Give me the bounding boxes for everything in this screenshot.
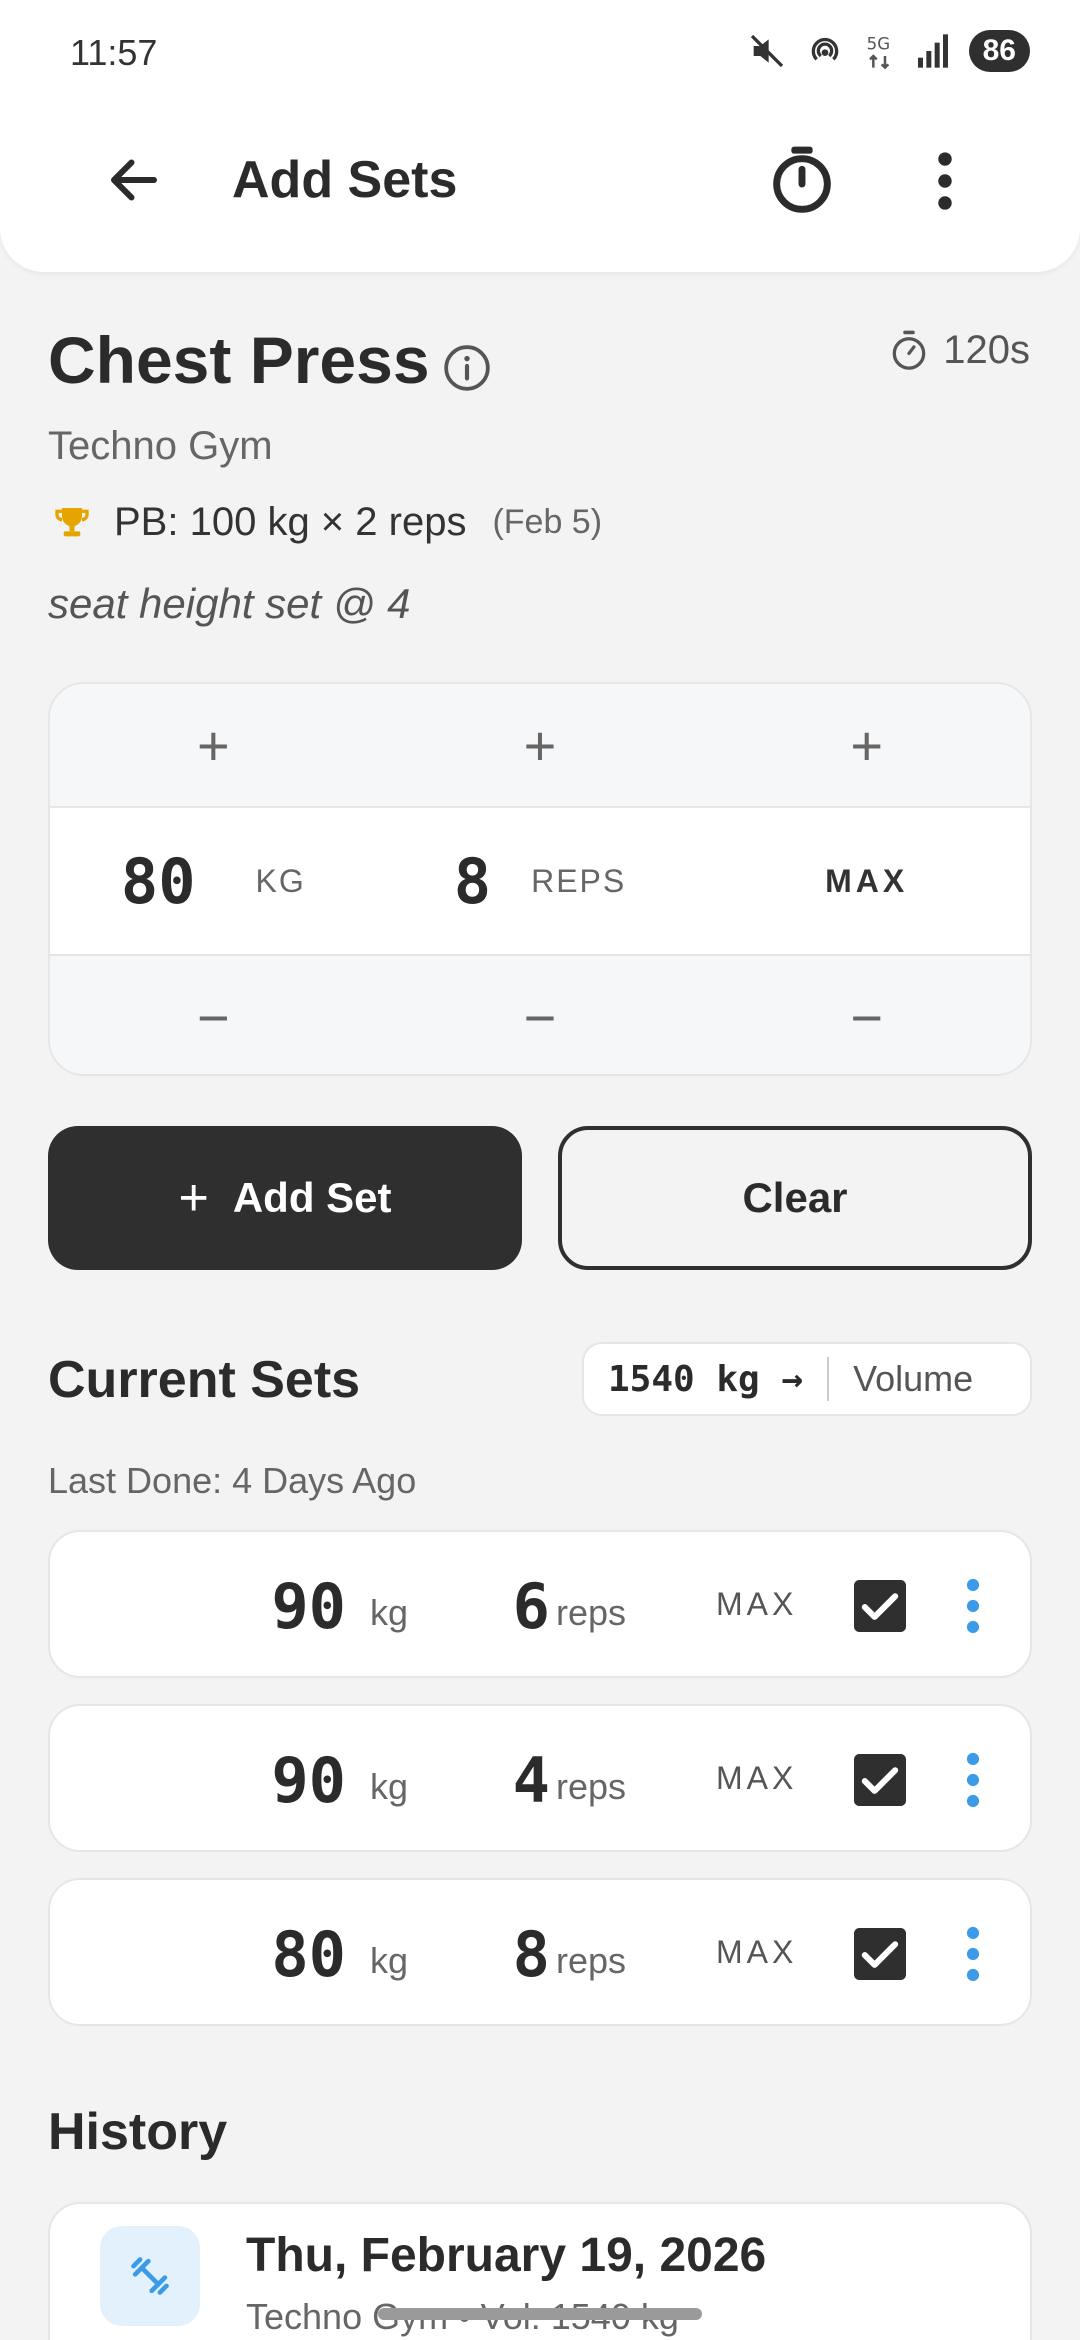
set-weight: 80 [271,1918,346,1991]
set-max: MAX [716,1934,798,1970]
more-vertical-icon[interactable] [966,1926,980,1982]
reps-field[interactable]: 8 REPS [377,808,704,954]
set-reps-unit: reps [556,1766,627,1807]
set-reps: 6 [512,1570,550,1643]
set-row[interactable]: 80 kg 8 reps MAX [48,1878,1032,2026]
weight-unit: KG [255,862,306,899]
max-decrement-button[interactable]: − [703,956,1030,1074]
pb-text: PB: 100 kg × 2 reps [114,500,467,544]
set-weight-unit: kg [370,1592,409,1633]
set-reps-unit: reps [556,1592,627,1633]
increment-row: + + + [50,684,1030,808]
weight-value: 80 [120,844,196,918]
plus-icon: + [178,1169,209,1227]
battery-indicator: 86 [968,30,1030,72]
max-field[interactable]: MAX [703,808,1030,954]
reps-increment-button[interactable]: + [377,684,704,806]
weight-decrement-button[interactable]: − [50,956,377,1074]
history-title: History [48,2103,228,2161]
mute-icon [750,34,783,68]
exercise-name: Chest Press [48,323,430,397]
set-weight-unit: kg [370,1940,409,1981]
set-weight: 90 [271,1570,346,1643]
set-max: MAX [716,1760,798,1796]
divider [827,1357,830,1401]
status-icons: 5G 86 [747,30,1030,72]
set-reps-unit: reps [556,1940,627,1981]
home-indicator[interactable] [378,2308,702,2320]
rest-timer[interactable]: 120s [889,328,1030,373]
add-set-button[interactable]: + Add Set [48,1126,522,1270]
max-label: MAX [825,862,909,899]
reps-decrement-button[interactable]: − [377,956,704,1074]
volume-label: Volume [853,1358,974,1399]
info-icon[interactable] [442,343,492,393]
personal-best: PB: 100 kg × 2 reps (Feb 5) [52,500,602,545]
reps-value: 8 [453,844,492,918]
status-time: 11:57 [70,32,158,73]
stopwatch-icon[interactable] [770,144,834,216]
hotspot-icon [811,37,838,61]
trophy-icon [55,507,89,536]
set-row[interactable]: 90 kg 4 reps MAX [48,1704,1032,1852]
decrement-row: − − − [50,954,1030,1074]
set-weight: 90 [271,1744,346,1817]
checkbox-checked-icon[interactable] [854,1580,906,1632]
exercise-note: seat height set @ 4 [48,580,411,627]
more-vertical-icon[interactable] [966,1752,980,1808]
max-increment-button[interactable]: + [703,684,1030,806]
set-row[interactable]: 90 kg 6 reps MAX [48,1530,1032,1678]
set-reps: 8 [512,1918,550,1991]
more-vertical-icon[interactable] [930,150,960,212]
weight-increment-button[interactable]: + [50,684,377,806]
weight-field[interactable]: 80 KG [50,808,377,954]
set-max: MAX [716,1586,798,1622]
signal-icon [917,34,948,68]
gym-name: Techno Gym [48,424,273,468]
volume-value: 1540 kg → [608,1358,804,1400]
checkbox-checked-icon[interactable] [854,1754,906,1806]
set-weight-unit: kg [370,1766,409,1807]
last-done-text: Last Done: 4 Days Ago [48,1460,417,1501]
current-sets-title: Current Sets [48,1351,361,1409]
checkbox-checked-icon[interactable] [854,1928,906,1980]
value-row: 80 KG 8 REPS MAX [50,808,1030,954]
more-vertical-icon[interactable] [966,1578,980,1634]
reps-unit: REPS [531,862,627,899]
history-icon-badge [100,2226,200,2326]
top-app-bar: 11:57 5G 86 Add Sets [0,0,1080,272]
clear-button[interactable]: Clear [558,1126,1032,1270]
network-5g-icon: 5G [866,34,890,70]
dumbbell-icon [131,2257,169,2295]
rest-time-value: 120s [943,328,1030,372]
svg-text:5G: 5G [866,34,890,53]
history-date: Thu, February 19, 2026 [246,2229,767,2282]
volume-chip[interactable]: 1540 kg → Volume [582,1342,1032,1416]
pb-date: (Feb 5) [492,503,603,541]
add-set-label: Add Set [232,1174,392,1221]
page-title: Add Sets [232,151,458,209]
arrow-left-icon[interactable] [104,150,164,210]
set-input-stepper: + + + 80 KG 8 REPS MAX − − − [48,682,1032,1076]
timer-icon [892,330,926,370]
set-reps: 4 [512,1744,550,1817]
